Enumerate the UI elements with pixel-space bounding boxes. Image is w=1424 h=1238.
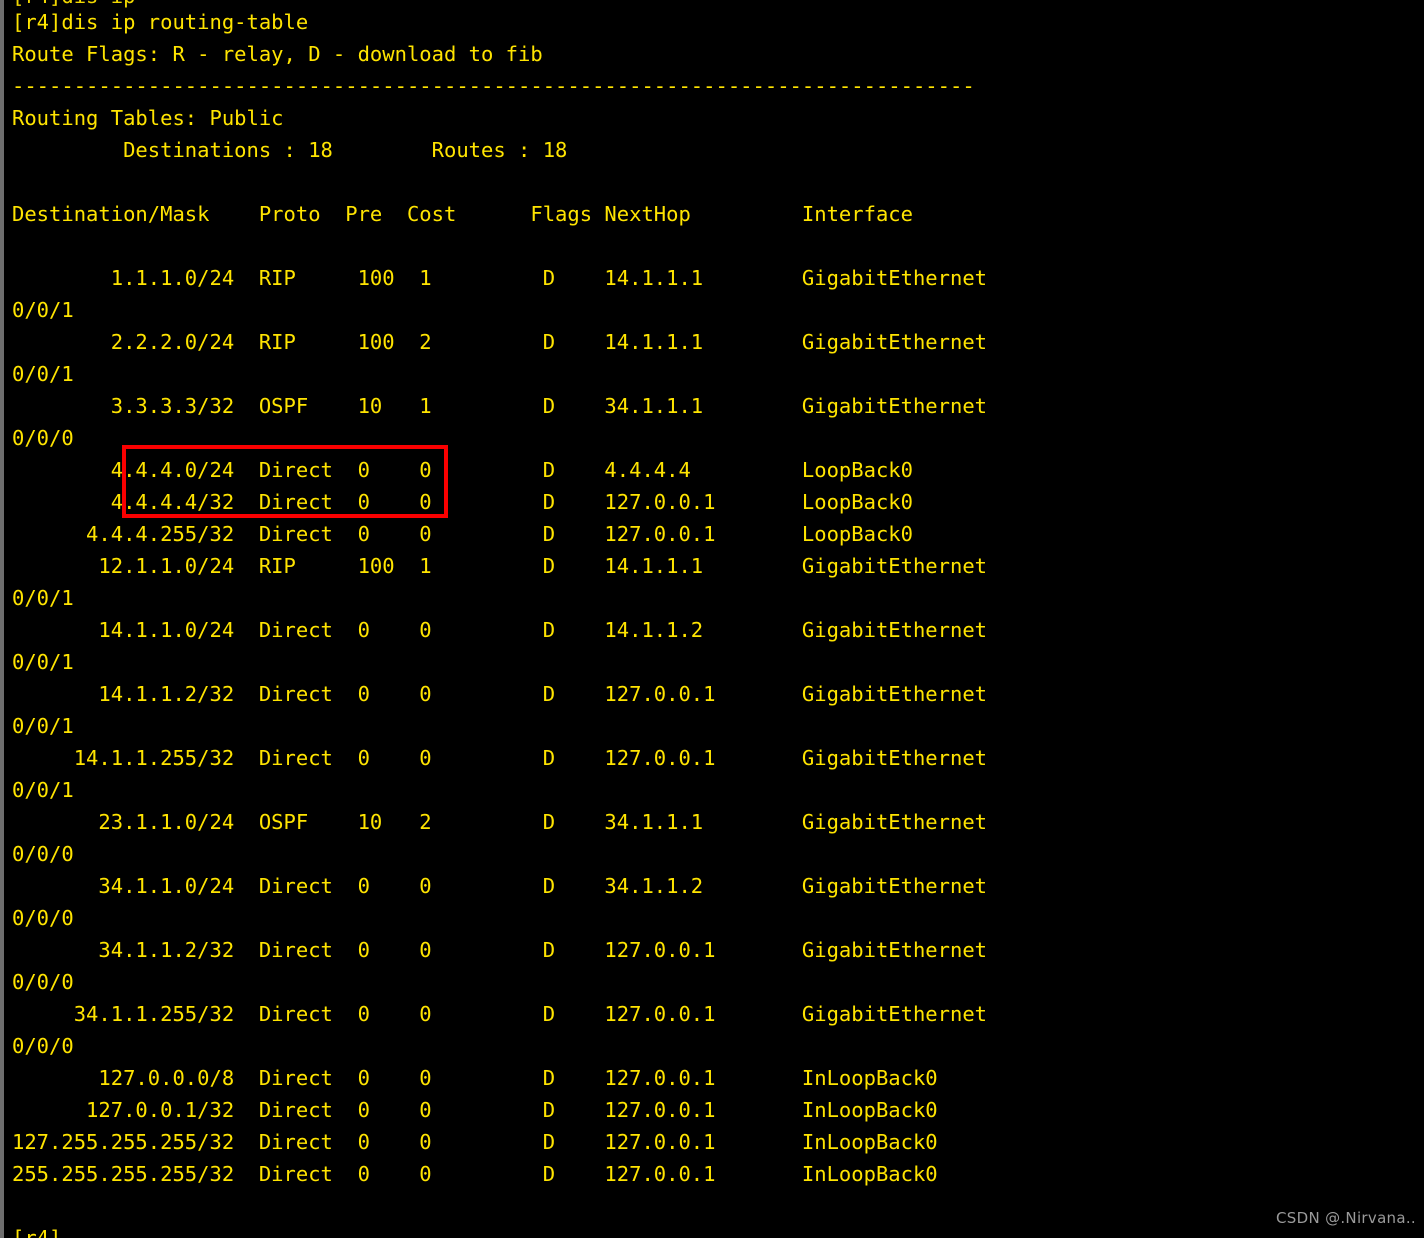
table-row: 127.255.255.255/32 Direct 0 0 D 127.0.0.…: [12, 1130, 938, 1154]
table-row: 34.1.1.2/32 Direct 0 0 D 127.0.0.1 Gigab…: [12, 938, 988, 962]
command-prompt-line[interactable]: [r4]dis ip routing-table: [12, 6, 308, 38]
routing-tables-label: Routing Tables: Public: [12, 106, 284, 130]
table-row-interface-wrap: 0/0/1: [12, 778, 74, 802]
table-row: 2.2.2.0/24 RIP 100 2 D 14.1.1.1 GigabitE…: [12, 330, 988, 354]
table-row-interface-wrap: 0/0/0: [12, 970, 74, 994]
table-row: 14.1.1.255/32 Direct 0 0 D 127.0.0.1 Gig…: [12, 746, 988, 770]
table-row-interface-wrap: 0/0/1: [12, 586, 74, 610]
table-row: 12.1.1.0/24 RIP 100 1 D 14.1.1.1 Gigabit…: [12, 554, 988, 578]
table-row: 255.255.255.255/32 Direct 0 0 D 127.0.0.…: [12, 1162, 938, 1186]
table-row: 23.1.1.0/24 OSPF 10 2 D 34.1.1.1 Gigabit…: [12, 810, 988, 834]
table-row-interface-wrap: 0/0/0: [12, 426, 74, 450]
table-row-interface-wrap: 0/0/0: [12, 1034, 74, 1058]
table-row-interface-wrap: 0/0/1: [12, 298, 74, 322]
separator-rule: ----------------------------------------…: [12, 74, 975, 98]
table-header-row: Destination/Mask Proto Pre Cost Flags Ne…: [12, 202, 913, 226]
table-row: 1.1.1.0/24 RIP 100 1 D 14.1.1.1 GigabitE…: [12, 266, 988, 290]
table-row: 4.4.4.4/32 Direct 0 0 D 127.0.0.1 LoopBa…: [12, 490, 913, 514]
csdn-watermark: CSDN @.Nirvana..: [1276, 1209, 1416, 1227]
table-row: 34.1.1.255/32 Direct 0 0 D 127.0.0.1 Gig…: [12, 1002, 988, 1026]
route-flags-legend: Route Flags: R - relay, D - download to …: [12, 42, 543, 66]
table-row: 4.4.4.255/32 Direct 0 0 D 127.0.0.1 Loop…: [12, 522, 913, 546]
counts-line: Destinations : 18 Routes : 18: [12, 138, 568, 162]
table-row-interface-wrap: 0/0/1: [12, 650, 74, 674]
table-row: 4.4.4.0/24 Direct 0 0 D 4.4.4.4 LoopBack…: [12, 458, 913, 482]
table-row-interface-wrap: 0/0/0: [12, 906, 74, 930]
table-row: 127.0.0.1/32 Direct 0 0 D 127.0.0.1 InLo…: [12, 1098, 938, 1122]
scrollbar-gutter[interactable]: [0, 0, 4, 1238]
table-row-interface-wrap: 0/0/1: [12, 714, 74, 738]
table-row: 14.1.1.2/32 Direct 0 0 D 127.0.0.1 Gigab…: [12, 682, 988, 706]
terminal-window: [r4]dis ip [r4]dis ip routing-table Rout…: [0, 0, 1424, 1238]
table-row: 14.1.1.0/24 Direct 0 0 D 14.1.1.2 Gigabi…: [12, 618, 988, 642]
table-row: 34.1.1.0/24 Direct 0 0 D 34.1.1.2 Gigabi…: [12, 874, 988, 898]
table-row: 3.3.3.3/32 OSPF 10 1 D 34.1.1.1 GigabitE…: [12, 394, 988, 418]
table-row-interface-wrap: 0/0/1: [12, 362, 74, 386]
table-row-interface-wrap: 0/0/0: [12, 842, 74, 866]
table-row: 127.0.0.0/8 Direct 0 0 D 127.0.0.1 InLoo…: [12, 1066, 938, 1090]
trailing-prompt[interactable]: [r4]: [12, 1222, 61, 1238]
